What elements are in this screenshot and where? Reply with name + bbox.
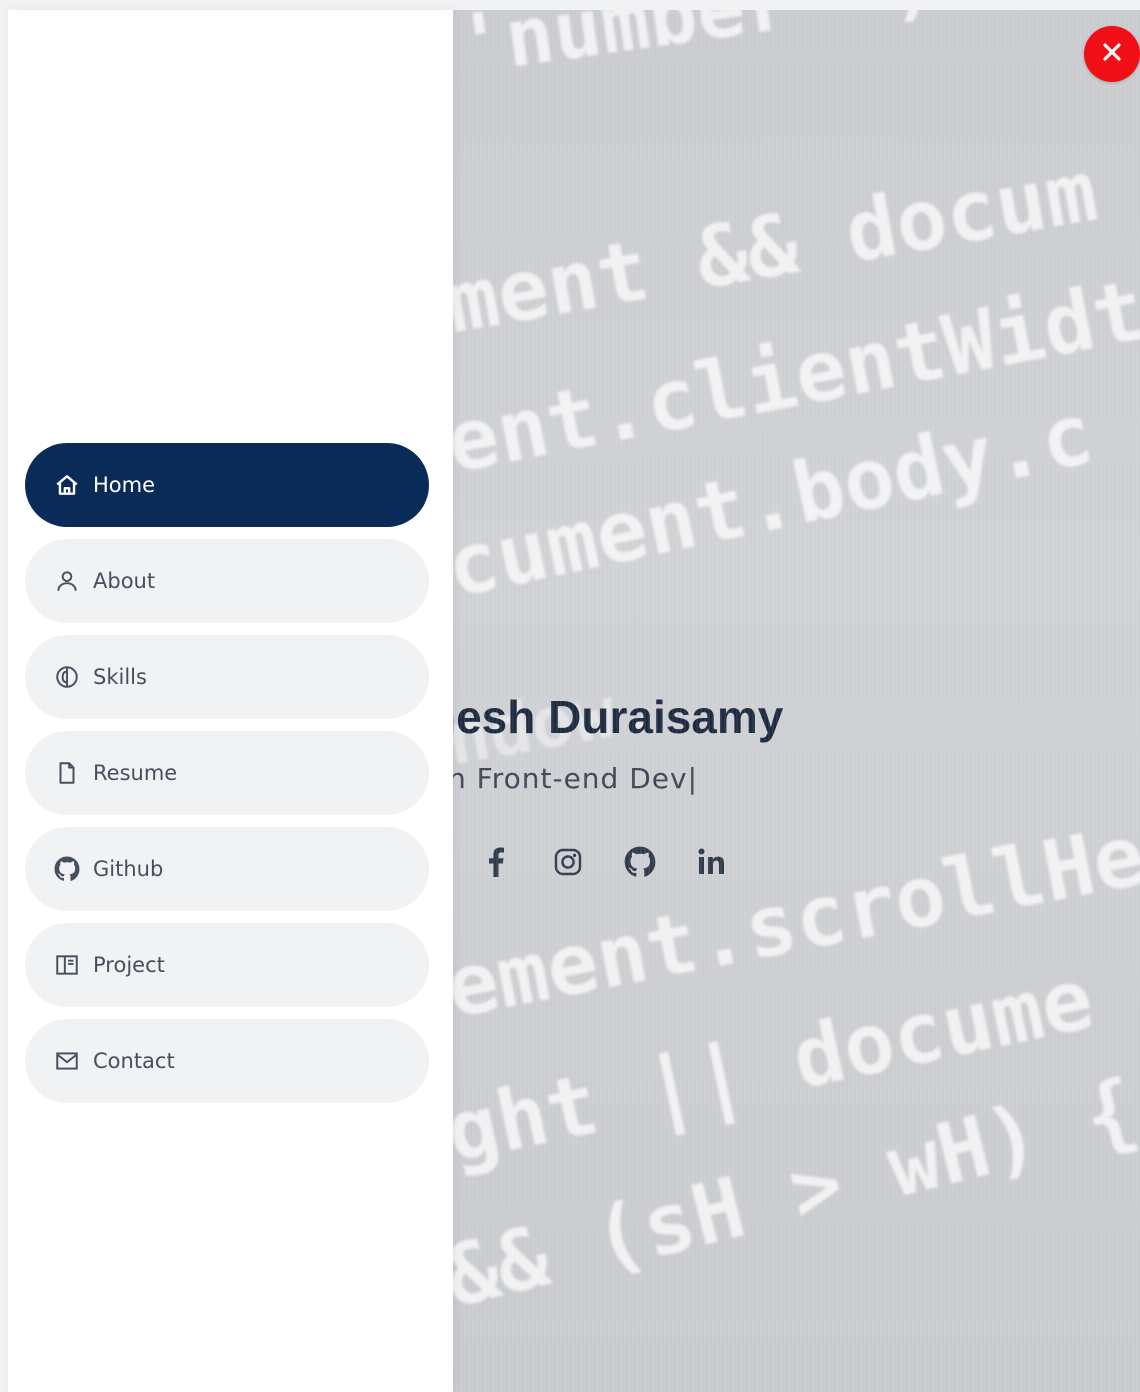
sidebar-item-skills[interactable]: Skills <box>25 635 429 719</box>
sidebar-item-github[interactable]: Github <box>25 827 429 911</box>
sidebar-item-label: Github <box>93 857 164 881</box>
sidebar-item-resume[interactable]: Resume <box>25 731 429 815</box>
code-line: 'number' ) { <box>452 10 1037 93</box>
typing-caret: | <box>687 762 699 795</box>
sidebar-item-project[interactable]: Project <box>25 923 429 1007</box>
sidebar-item-label: Resume <box>93 761 178 785</box>
sidebar: Home About Skills Resume Github Project … <box>8 10 453 1392</box>
sidebar-item-about[interactable]: About <box>25 539 429 623</box>
top-strip <box>0 0 1140 10</box>
hero-subtitle: n Front-end Dev| <box>448 762 698 795</box>
instagram-icon[interactable] <box>548 840 588 884</box>
social-links <box>476 840 732 884</box>
brain-icon <box>53 663 81 691</box>
close-button[interactable] <box>1084 26 1140 82</box>
sidebar-item-label: Skills <box>93 665 147 689</box>
sidebar-item-home[interactable]: Home <box>25 443 429 527</box>
envelope-icon <box>53 1047 81 1075</box>
sidebar-item-label: Home <box>93 473 156 497</box>
facebook-icon[interactable] <box>476 840 516 884</box>
sidebar-item-label: Contact <box>93 1049 175 1073</box>
hero-name: nesh Duraisamy <box>428 691 784 743</box>
typed-text: n Front-end Dev <box>448 762 688 795</box>
linkedin-icon[interactable] <box>692 840 732 884</box>
sidebar-item-contact[interactable]: Contact <box>25 1019 429 1103</box>
close-icon <box>1101 41 1123 67</box>
home-icon <box>53 471 81 499</box>
sidebar-nav: Home About Skills Resume Github Project … <box>25 443 429 1115</box>
sidebar-item-label: Project <box>93 953 165 977</box>
user-icon <box>53 567 81 595</box>
file-icon <box>53 759 81 787</box>
github-icon[interactable] <box>620 840 660 884</box>
sidebar-item-label: About <box>93 569 156 593</box>
book-icon <box>53 951 81 979</box>
github-icon <box>53 855 81 883</box>
